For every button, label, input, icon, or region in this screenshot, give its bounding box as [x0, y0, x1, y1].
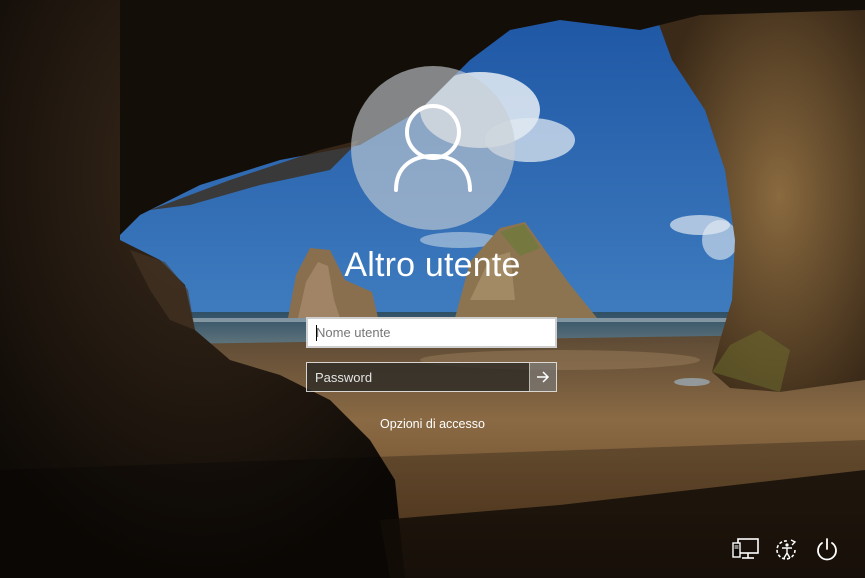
user-avatar [351, 66, 515, 230]
signin-options-container: Opzioni di accesso [0, 417, 865, 431]
power-icon [817, 538, 837, 561]
arrow-right-icon [537, 371, 550, 383]
ease-of-access-icon [776, 539, 797, 560]
power-button[interactable] [811, 534, 843, 566]
password-field-container[interactable] [306, 362, 557, 392]
username-field-container[interactable] [306, 317, 557, 348]
user-display-name: Altro utente [344, 246, 521, 284]
submit-button[interactable] [529, 363, 556, 391]
password-input[interactable] [307, 363, 529, 391]
username-input[interactable] [308, 319, 555, 346]
user-silhouette-icon [394, 104, 472, 192]
text-caret [316, 325, 317, 341]
ease-of-access-button[interactable] [771, 534, 803, 566]
network-icon [732, 538, 759, 559]
signin-options-link[interactable]: Opzioni di accesso [380, 417, 485, 431]
network-button[interactable] [730, 534, 762, 566]
